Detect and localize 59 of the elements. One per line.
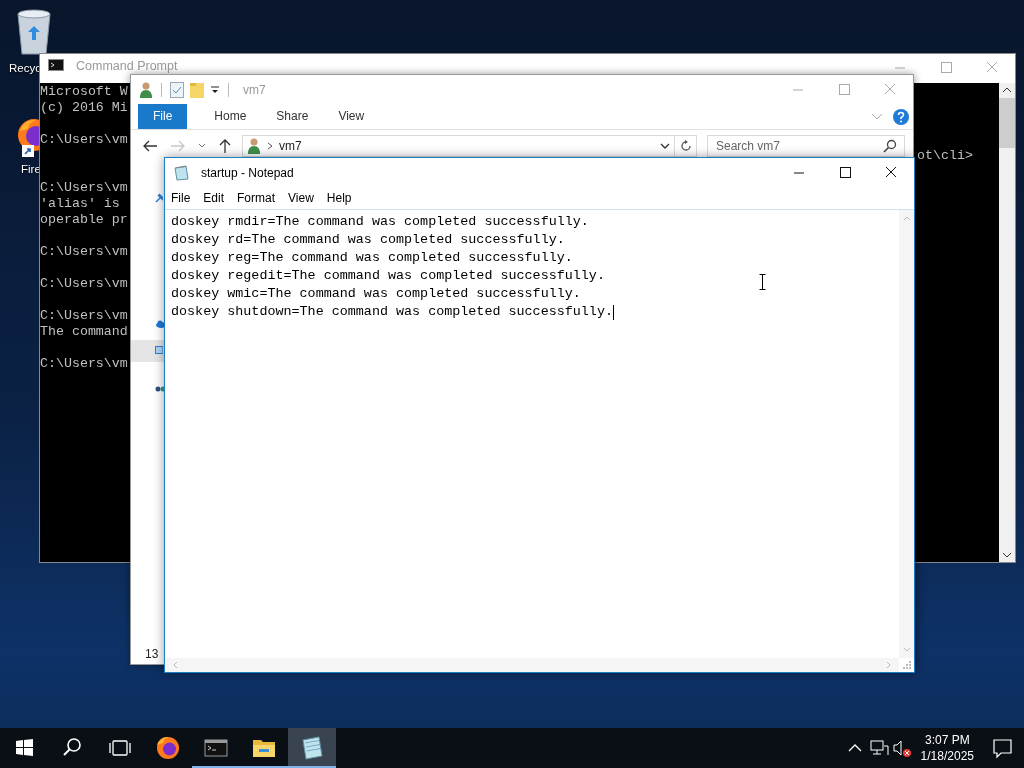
menu-item[interactable]: Help xyxy=(326,191,352,205)
menu-item[interactable]: View xyxy=(288,191,314,205)
console-text: C:\Users\vm xyxy=(40,276,129,292)
text-line: doskey rd=The command was completed successfully. xyxy=(171,231,565,249)
text-line: doskey regedit=The command was completed successfully. xyxy=(171,267,605,285)
clock-date[interactable]: 1/18/2025 xyxy=(920,748,974,764)
shortcut-arrow-icon xyxy=(22,145,34,157)
ibeam-cursor-icon xyxy=(759,274,766,290)
console-text: operable pr xyxy=(40,212,129,228)
console-text: The command xyxy=(40,324,129,340)
console-text: C:\Users\vm xyxy=(40,308,129,324)
search-icon[interactable] xyxy=(883,139,897,153)
breadcrumb[interactable]: vm7 xyxy=(279,139,302,153)
refresh-icon xyxy=(679,140,692,152)
console-text: Microsoft W xyxy=(40,84,129,100)
icon-label: Recyc xyxy=(9,62,41,74)
size-grip-icon[interactable] xyxy=(901,660,912,670)
user-icon xyxy=(247,138,261,154)
window-title: startup - Notepad xyxy=(201,165,294,180)
console-text: 'alias' is xyxy=(40,196,121,212)
console-text: C:\Users\vm xyxy=(40,356,129,372)
scroll-thumb[interactable] xyxy=(999,98,1015,148)
menu-item[interactable]: File xyxy=(171,191,191,205)
chevron-down-icon[interactable] xyxy=(660,143,670,149)
menu-item[interactable]: Format xyxy=(237,191,276,205)
pin-icon[interactable] xyxy=(155,193,163,203)
console-icon xyxy=(48,59,64,71)
ribbon-tab[interactable]: Share xyxy=(261,104,324,129)
text-cursor xyxy=(612,304,614,320)
text-line: doskey rmdir=The command was completed successfully. xyxy=(171,213,589,231)
chevron-right-icon xyxy=(267,142,273,150)
properties-icon[interactable] xyxy=(170,81,184,98)
console-text: (c) 2016 Mi xyxy=(40,100,129,116)
text-line: doskey reg=The command was completed successfully. xyxy=(171,249,573,267)
help-icon[interactable] xyxy=(893,108,909,125)
up-arrow-icon[interactable] xyxy=(218,138,232,154)
address-bar[interactable]: vm7 xyxy=(242,135,675,157)
text-line: doskey shutdown=The command was completed successfully. xyxy=(171,303,613,321)
menu-item[interactable]: Edit xyxy=(203,191,225,205)
ribbon-tab[interactable]: View xyxy=(323,104,380,129)
nav-item-highlight[interactable] xyxy=(131,340,165,362)
dropdown-icon[interactable] xyxy=(210,84,220,95)
notepad-icon xyxy=(173,164,189,181)
taskbar-button[interactable] xyxy=(288,728,336,768)
console-text: C:\Users\vm xyxy=(40,244,129,260)
ribbon-tab[interactable]: Home xyxy=(199,104,262,129)
status-text: 13 xyxy=(145,647,160,661)
ribbon-tab[interactable]: File xyxy=(138,104,188,129)
clock-time[interactable]: 3:07 PM xyxy=(920,732,974,748)
console-text: C:\Users\vm xyxy=(40,132,129,148)
console-text: C:\Users\vm xyxy=(40,180,129,196)
back-arrow-icon[interactable] xyxy=(142,139,158,153)
window-title: Command Prompt xyxy=(76,59,178,73)
scrollbar[interactable] xyxy=(999,83,1015,562)
search-field[interactable]: Search vm7 xyxy=(707,135,905,157)
text-line: doskey wmic=The command was completed successfully. xyxy=(171,285,581,303)
console-text: ot\cli> xyxy=(917,148,973,163)
user-icon[interactable] xyxy=(139,81,153,98)
window-title: vm7 xyxy=(243,82,266,97)
